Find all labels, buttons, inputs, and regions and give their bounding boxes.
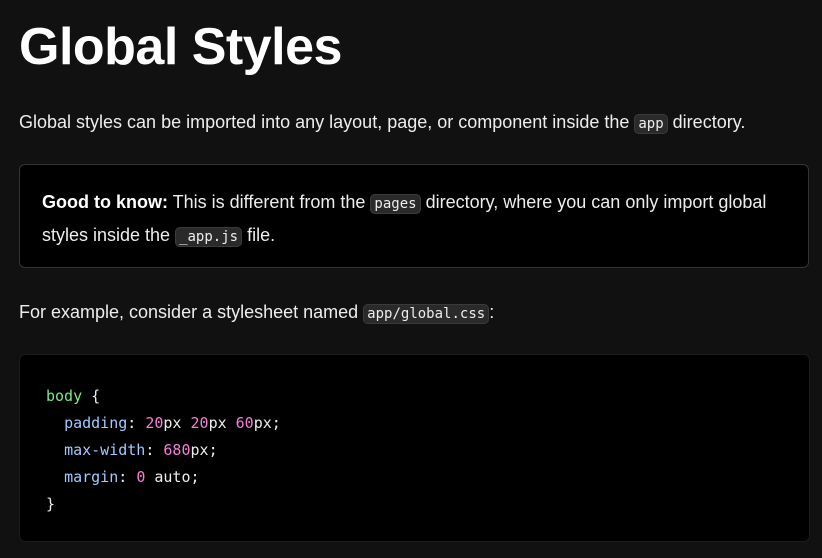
- code-number: 60: [235, 414, 254, 432]
- inline-code-app: app: [634, 114, 668, 134]
- example-text-after: :: [489, 302, 495, 322]
- code-unit: px: [163, 414, 182, 432]
- code-property: padding: [64, 414, 128, 432]
- code-content[interactable]: body { padding: 20px 20px 60px; max-widt…: [46, 383, 783, 518]
- intro-text-after: directory.: [667, 112, 746, 132]
- code-close-brace: }: [46, 495, 56, 513]
- code-selector: body: [46, 387, 83, 405]
- code-line: padding: 20px 20px 60px;: [46, 414, 281, 432]
- inline-code-pages: pages: [370, 194, 421, 214]
- example-paragraph: For example, consider a stylesheet named…: [19, 299, 494, 327]
- code-declarations: padding: 20px 20px 60px; max-width: 680p…: [46, 414, 281, 486]
- callout-text-3: file.: [242, 225, 276, 245]
- callout-text-1: This is different from the: [167, 192, 371, 212]
- code-number: 680: [163, 441, 191, 459]
- callout-text: Good to know: This is different from the…: [42, 187, 786, 253]
- code-colon: :: [145, 441, 164, 459]
- css-code-block[interactable]: body { padding: 20px 20px 60px; max-widt…: [19, 354, 810, 542]
- intro-paragraph: Global styles can be imported into any l…: [19, 109, 745, 137]
- code-unit: px: [208, 414, 227, 432]
- good-to-know-callout: Good to know: This is different from the…: [19, 164, 809, 268]
- code-line: margin: 0 auto;: [46, 468, 200, 486]
- code-semicolon: ;: [208, 441, 218, 459]
- code-colon: :: [127, 414, 146, 432]
- code-number: 0: [136, 468, 146, 486]
- code-colon: :: [118, 468, 137, 486]
- code-number: 20: [190, 414, 209, 432]
- example-text-before: For example, consider a stylesheet named: [19, 302, 364, 322]
- intro-text-before: Global styles can be imported into any l…: [19, 112, 635, 132]
- code-unit: auto: [154, 468, 191, 486]
- code-property: max-width: [64, 441, 146, 459]
- code-unit: px: [253, 414, 272, 432]
- code-line: max-width: 680px;: [46, 441, 218, 459]
- code-unit: px: [190, 441, 209, 459]
- code-property: margin: [64, 468, 119, 486]
- inline-code-app-js: _app.js: [175, 227, 243, 247]
- code-semicolon: ;: [271, 414, 281, 432]
- inline-code-global-css: app/global.css: [363, 304, 490, 324]
- callout-label: Good to know:: [42, 192, 168, 212]
- code-semicolon: ;: [190, 468, 200, 486]
- code-number: 20: [145, 414, 164, 432]
- docs-page: Global Styles Global styles can be impor…: [0, 0, 822, 558]
- page-title: Global Styles: [19, 18, 342, 76]
- code-open-brace: {: [82, 387, 101, 405]
